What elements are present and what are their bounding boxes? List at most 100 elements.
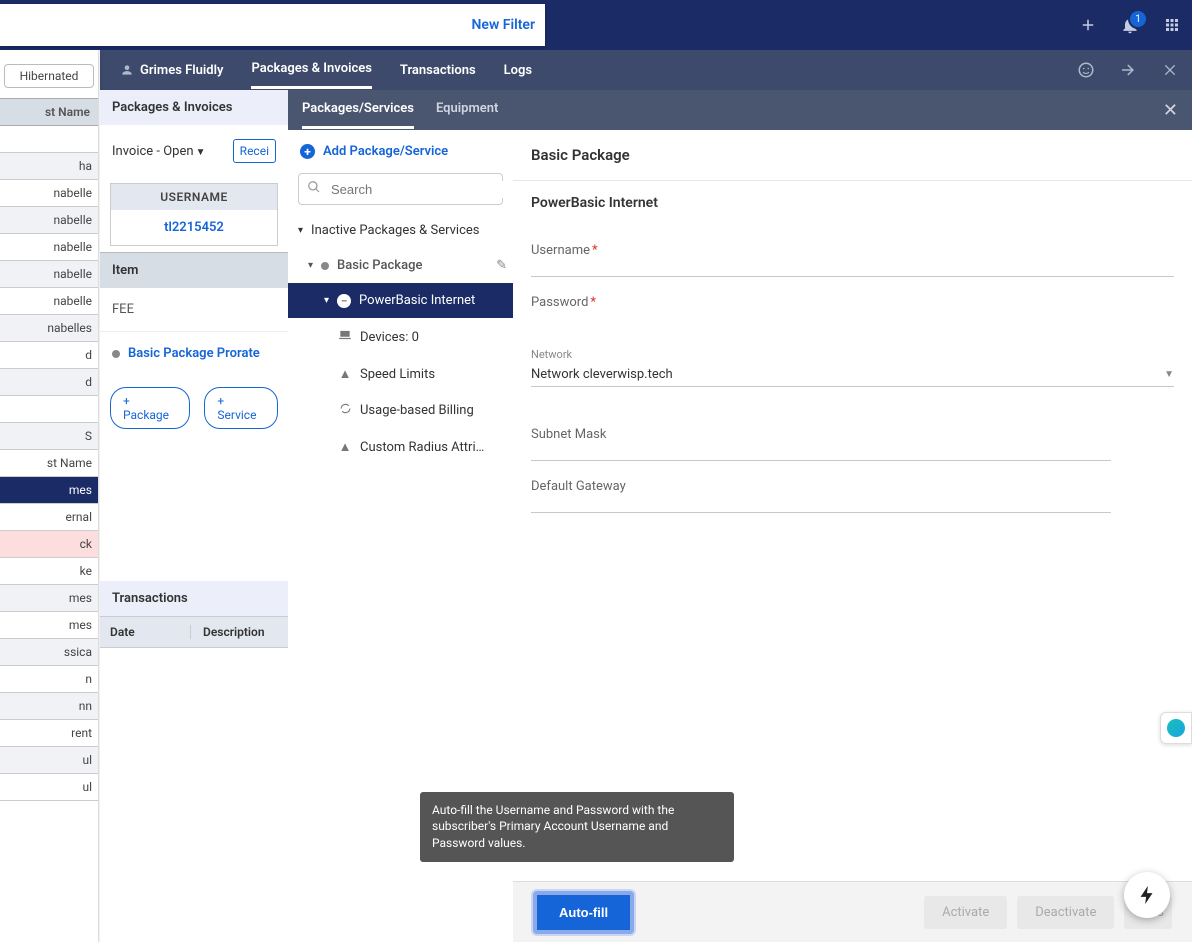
list-row[interactable]: d	[0, 369, 98, 396]
list-row[interactable]: nn	[0, 693, 98, 720]
chevron-down-icon: ▾	[324, 295, 329, 306]
tab-packages-invoices[interactable]: Packages & Invoices	[251, 51, 371, 89]
subscriber-list-fragment: Hibernated st Name hanabellenabellenabel…	[0, 50, 99, 942]
tree-leaf-speed-limits[interactable]: ▲ Speed Limits	[288, 356, 513, 392]
add-package-service-link[interactable]: + Add Package/Service	[288, 130, 513, 173]
filter-bar: New Filter	[0, 4, 545, 46]
close-panel-icon[interactable]: ✕	[1163, 100, 1178, 121]
package-tree-panel: + Add Package/Service ▾ Inactive Package…	[288, 130, 514, 902]
tree-group-inactive[interactable]: ▾ Inactive Packages & Services	[288, 213, 513, 248]
apps-icon[interactable]	[1162, 15, 1182, 35]
list-row[interactable]: nabelles	[0, 315, 98, 342]
status-dot-icon	[321, 262, 329, 270]
list-row[interactable]: nabelle	[0, 207, 98, 234]
list-row[interactable]: nabelle	[0, 288, 98, 315]
search-input[interactable]	[329, 181, 509, 198]
network-value: Network cleverwisp.tech	[531, 367, 673, 382]
list-row[interactable]: ssica	[0, 639, 98, 666]
list-row[interactable]	[0, 126, 98, 153]
chevron-down-icon: ▾	[308, 260, 313, 271]
side-widget[interactable]	[1160, 712, 1192, 744]
username-header: USERNAME	[111, 184, 277, 210]
list-row[interactable]: ernal	[0, 504, 98, 531]
transactions-col-desc: Description	[191, 625, 288, 639]
list-row[interactable]: rent	[0, 720, 98, 747]
list-row[interactable]: ck	[0, 531, 98, 558]
tab-logs[interactable]: Logs	[504, 53, 532, 88]
list-row[interactable]: S	[0, 423, 98, 450]
tree-item-basic-package[interactable]: ▾ Basic Package ✎	[288, 248, 513, 283]
chevron-down-icon: ▾	[298, 225, 303, 236]
default-gateway-field[interactable]: Default Gateway	[531, 479, 1111, 513]
basic-package-prorate-link[interactable]: Basic Package Prorate	[100, 332, 288, 375]
list-row[interactable]: ul	[0, 747, 98, 774]
warning-icon: ▲	[338, 439, 352, 455]
packages-invoices-panel: Packages & Invoices Invoice - Open▼ Rece…	[100, 90, 288, 942]
username-value[interactable]: tl2215452	[111, 210, 277, 245]
fee-row: FEE	[100, 288, 288, 332]
tree-leaf-usage-billing[interactable]: Usage-based Billing	[288, 392, 513, 429]
deactivate-button[interactable]: Deactivate	[1017, 896, 1114, 929]
refresh-icon	[338, 402, 352, 419]
form-footer: Auto-fill Activate Deactivate Res	[513, 881, 1192, 942]
context-tabs: Grimes Fluidly Packages & Invoices Trans…	[100, 50, 1192, 90]
list-row[interactable]: nabelle	[0, 180, 98, 207]
receipt-button[interactable]: Recei	[233, 139, 276, 163]
widget-dot-icon	[1167, 719, 1185, 737]
autofill-button[interactable]: Auto-fill	[533, 891, 634, 934]
add-service-button[interactable]: + Service	[204, 387, 278, 429]
list-row[interactable]: d	[0, 342, 98, 369]
package-editor-tabbar: Packages/Services Equipment ✕	[288, 90, 1192, 130]
add-package-button[interactable]: + Package	[110, 387, 190, 429]
top-appbar: New Filter 1	[0, 0, 1192, 50]
notifications-icon[interactable]: 1	[1120, 15, 1140, 35]
panel-title: Packages & Invoices	[100, 90, 288, 125]
notification-badge: 1	[1128, 9, 1148, 29]
list-row[interactable]: ha	[0, 153, 98, 180]
transactions-col-date: Date	[100, 625, 191, 639]
dropdown-caret-icon[interactable]: ▼	[1164, 369, 1174, 380]
network-field[interactable]: Network Network cleverwisp.tech ▼	[531, 348, 1174, 387]
laptop-icon	[338, 328, 352, 346]
plus-circle-icon: +	[300, 144, 315, 159]
list-row[interactable]: nabelle	[0, 234, 98, 261]
list-row[interactable]: ul	[0, 774, 98, 801]
tree-leaf-custom-radius[interactable]: ▲ Custom Radius Attri…	[288, 429, 513, 465]
list-row[interactable]: st Name	[0, 450, 98, 477]
tab-packages-services[interactable]: Packages/Services	[302, 91, 414, 129]
tab-transactions[interactable]: Transactions	[400, 53, 476, 88]
forward-icon[interactable]	[1118, 60, 1138, 80]
status-filter-pill[interactable]: Hibernated	[4, 64, 94, 88]
package-form-panel: Basic Package PowerBasic Internet Userna…	[513, 130, 1192, 902]
tree-item-powerbasic-internet[interactable]: ▾ − PowerBasic Internet	[288, 283, 513, 318]
tree-leaf-devices[interactable]: Devices: 0	[288, 318, 513, 356]
list-row[interactable]: n	[0, 666, 98, 693]
username-field[interactable]: Username*	[531, 243, 1174, 277]
user-context[interactable]: Grimes Fluidly	[120, 53, 223, 88]
form-title: Basic Package	[513, 130, 1192, 180]
search-icon	[307, 180, 321, 198]
list-row[interactable]: ke	[0, 558, 98, 585]
activate-button[interactable]: Activate	[924, 896, 1007, 929]
list-row[interactable]: mes	[0, 585, 98, 612]
item-header: Item	[100, 252, 288, 288]
subnet-mask-field[interactable]: Subnet Mask	[531, 427, 1111, 461]
password-field[interactable]: Password*	[531, 295, 1174, 328]
status-dot-icon	[112, 350, 120, 358]
help-fab[interactable]	[1124, 872, 1170, 918]
list-row[interactable]: nabelle	[0, 261, 98, 288]
autofill-tooltip: Auto-fill the Username and Password with…	[420, 792, 734, 862]
add-icon[interactable]	[1078, 15, 1098, 35]
list-row[interactable]	[0, 396, 98, 423]
package-search[interactable]	[298, 173, 503, 205]
warning-icon: ▲	[338, 366, 352, 382]
new-filter-link[interactable]: New Filter	[472, 17, 536, 33]
invoice-filter-dropdown[interactable]: Invoice - Open▼	[112, 144, 205, 159]
close-icon[interactable]	[1160, 60, 1180, 80]
edit-icon[interactable]: ✎	[496, 258, 507, 273]
smiley-icon[interactable]	[1076, 60, 1096, 80]
tab-equipment[interactable]: Equipment	[436, 91, 498, 129]
list-row[interactable]: mes	[0, 612, 98, 639]
list-row[interactable]: mes	[0, 477, 98, 504]
minus-circle-icon: −	[337, 294, 351, 308]
